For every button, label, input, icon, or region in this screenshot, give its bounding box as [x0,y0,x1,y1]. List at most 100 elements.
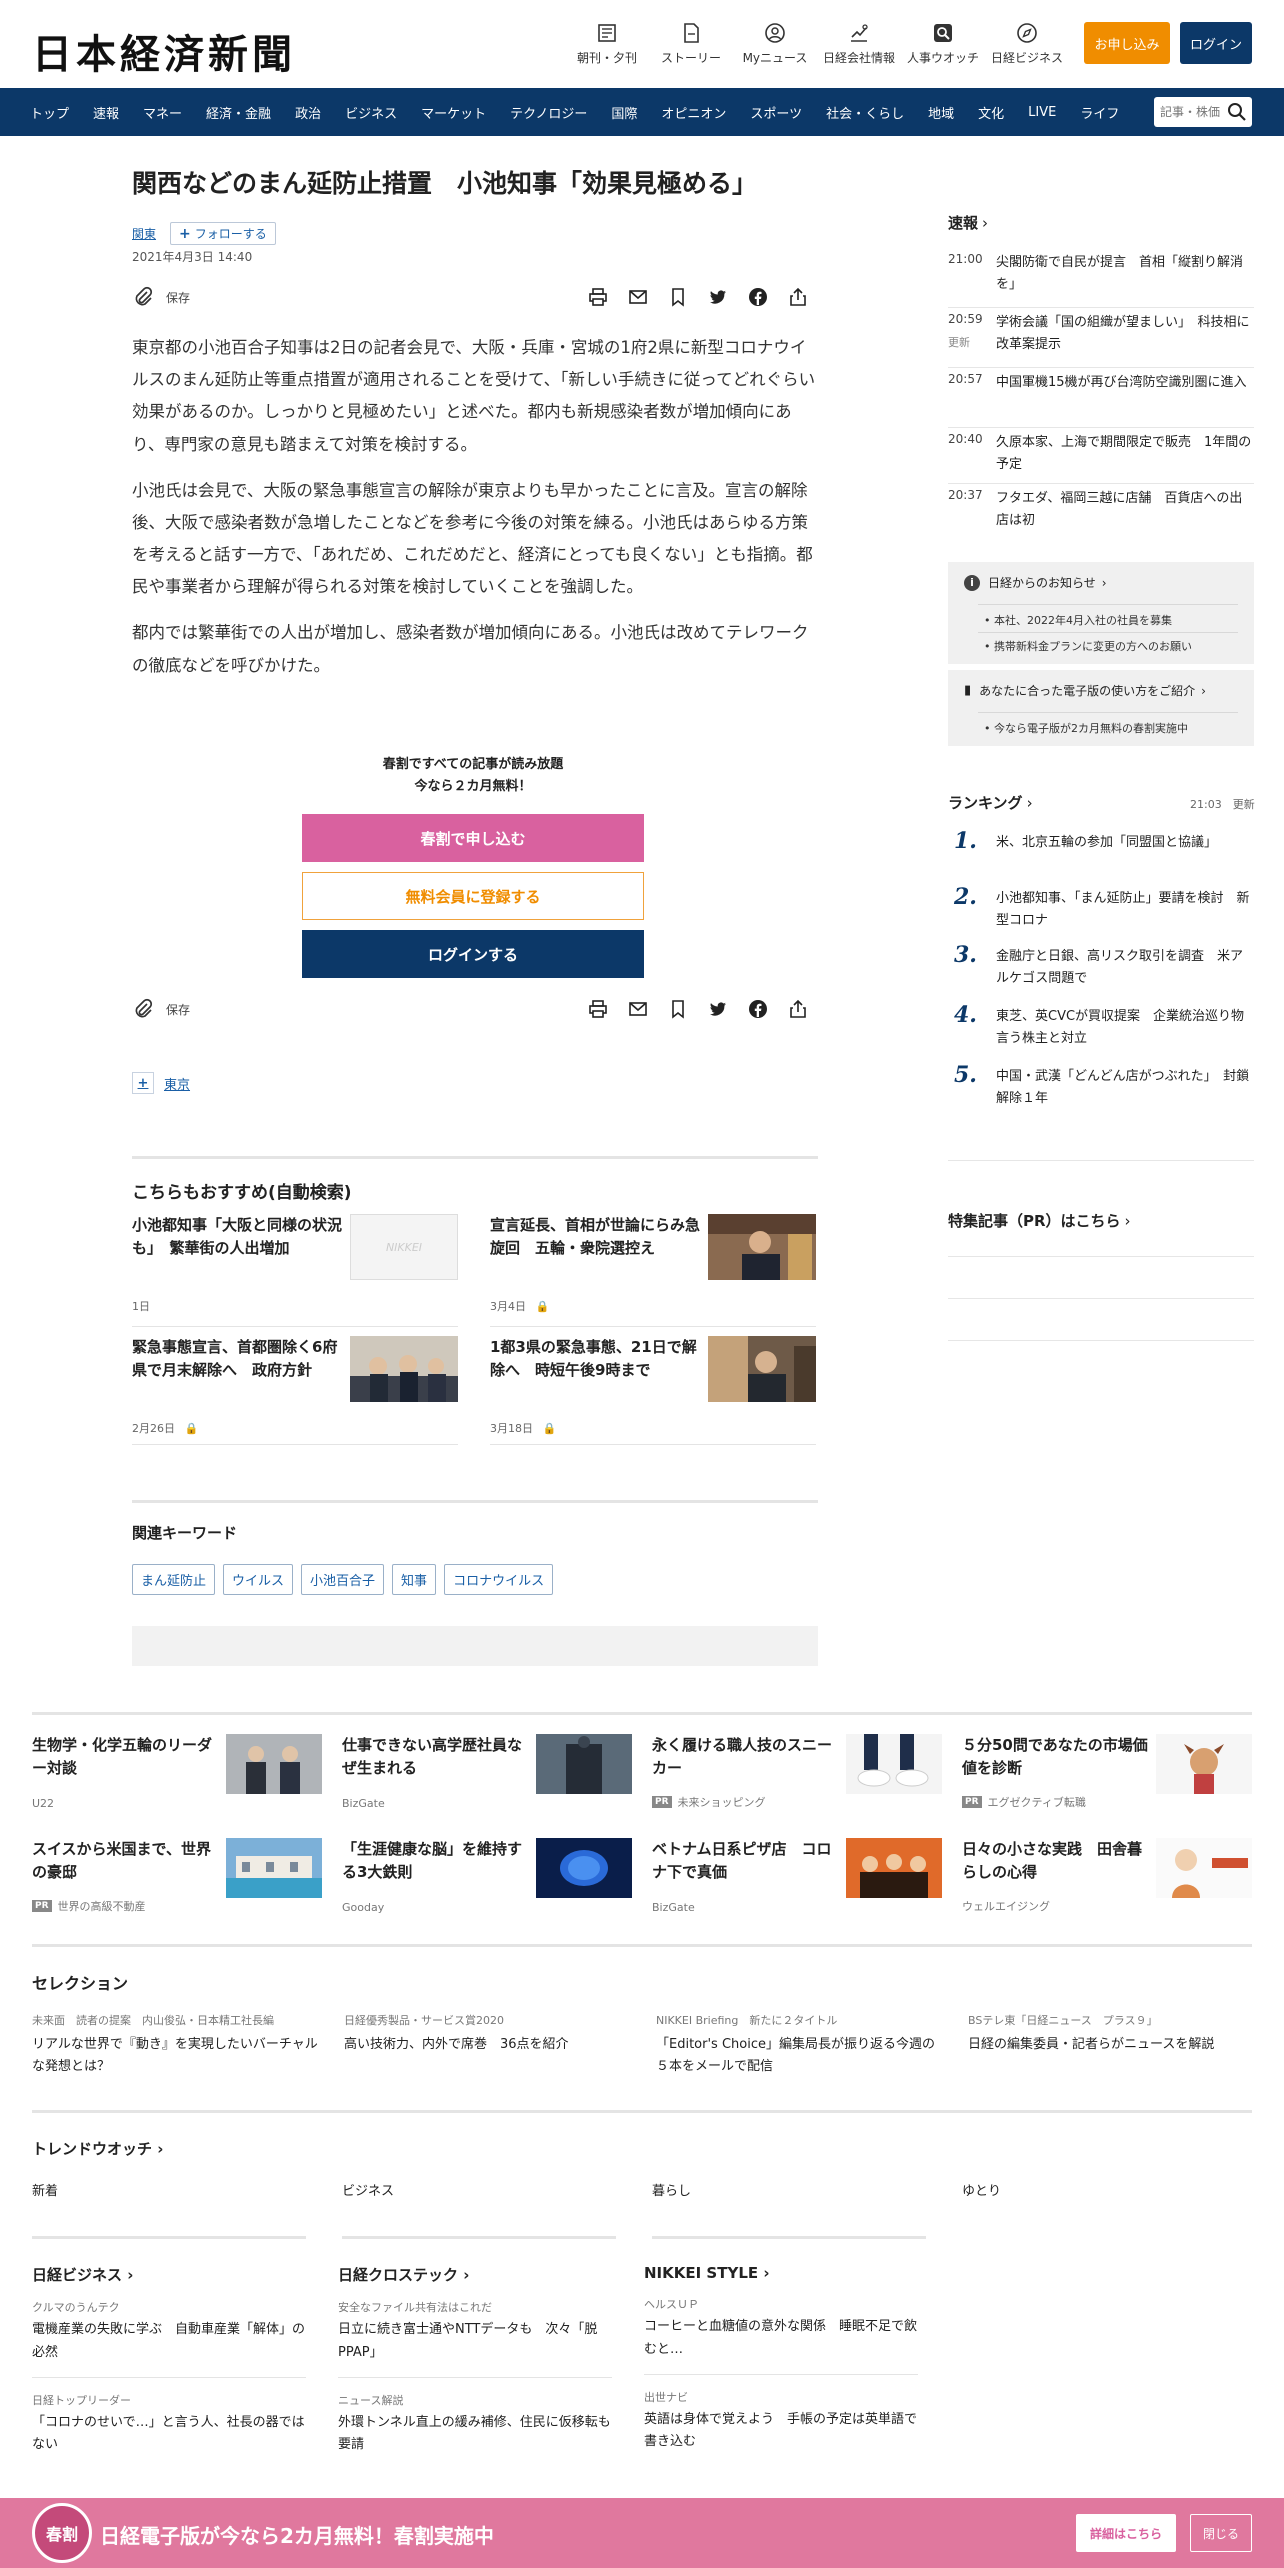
trend-group-heading[interactable]: 日経ビジネス › [32,2264,306,2285]
recommend-item[interactable]: 宣言延長、首相が世論にらみ急旋回 五輪・衆院選控え 3月4日 🔒 [490,1214,816,1314]
main-nav-item[interactable]: オピニオン [649,103,738,122]
main-nav-item[interactable]: マネー [131,103,194,122]
free-register-button[interactable]: 無料会員に登録する [302,872,644,921]
ad-item[interactable]: 生物学・化学五輪のリーダー対談 U22 [32,1734,322,1814]
main-nav-item[interactable]: 地域 [916,103,966,122]
save-button[interactable]: 保存 [132,286,190,308]
pr-heading[interactable]: 特集記事（PR）はこちら › [948,1210,1131,1231]
recommend-item[interactable]: 緊急事態宣言、首都圏除く6府県で月末解除へ 政府方針 2月26日 🔒 [132,1336,458,1436]
spring-subscribe-button[interactable]: 春割で申し込む [302,814,644,863]
trend-article[interactable]: 出世ナビ 英語は身体で覚えよう 手帳の予定は英単語で書き込む [644,2389,918,2455]
sokuho-item[interactable]: 20:57 中国軍機15機が再び台湾防空識別圏に進入 [948,372,1254,428]
guide-item[interactable]: • 今なら電子版が2カ月無料の春割実施中 [984,720,1188,736]
notice-item[interactable]: • 本社、2022年4月入社の社員を募集 [984,612,1172,628]
guide-heading[interactable]: ▮ あなたに合った電子版の使い方をご紹介 › [964,682,1206,699]
trend-article[interactable]: 日経トップリーダー 「コロナのせいで…」と言う人、社長の器ではない [32,2392,306,2458]
trend-category[interactable]: 新着 [32,2180,58,2199]
trend-category[interactable]: ゆとり [962,2180,1001,2199]
print-icon[interactable] [578,287,618,307]
ranking-item[interactable]: 4. 東芝、英CVCが買収提案 企業統治巡り物言う株主と対立 [948,1002,1254,1056]
trend-watch-heading[interactable]: トレンドウオッチ › [32,2138,163,2159]
ranking-item[interactable]: 2. 小池都知事、「まん延防止」要請を検討 新型コロナ [948,884,1254,938]
nav-nikkei-business[interactable]: 日経ビジネス [982,22,1072,66]
nav-morning-evening[interactable]: 朝刊・夕刊 [562,22,652,66]
main-nav-item[interactable]: 速報 [81,103,131,122]
mail-icon[interactable] [618,287,658,307]
keyword-tag[interactable]: ウイルス [223,1564,294,1595]
trend-group-heading[interactable]: NIKKEI STYLE › [644,2264,918,2282]
twitter-icon[interactable] [698,999,738,1019]
sokuho-item[interactable]: 21:00 尖閣防衛で自民が提言 首相「縦割り解消を」 [948,252,1254,308]
region-tag-link[interactable]: 関東 [132,225,156,242]
ad-item[interactable]: 「生涯健康な脳」を維持する3大鉄則 Gooday [342,1838,632,1918]
sokuho-heading[interactable]: 速報 › [948,212,988,233]
search-box[interactable] [1154,97,1252,127]
main-nav-item[interactable]: 文化 [966,103,1016,122]
twitter-icon[interactable] [698,287,738,307]
ranking-item[interactable]: 3. 金融庁と日銀、高リスク取引を調査 米アルケゴス問題で [948,942,1254,996]
keyword-tag[interactable]: まん延防止 [132,1564,216,1595]
trend-category[interactable]: ビジネス [342,2180,394,2199]
recommend-item[interactable]: 1都3県の緊急事態、21日で解除へ 時短午後9時まで 3月18日 🔒 [490,1336,816,1436]
keyword-tag[interactable]: 小池百合子 [301,1564,385,1595]
recommend-item[interactable]: 小池都知事「大阪と同様の状況も」 繁華街の人出増加 1日 NIKKEI [132,1214,458,1314]
search-input[interactable] [1160,105,1224,119]
facebook-icon[interactable] [738,287,778,307]
print-icon[interactable] [578,999,618,1019]
bookmark-icon[interactable] [658,287,698,307]
search-icon[interactable] [1226,101,1248,123]
facebook-icon[interactable] [738,999,778,1019]
trend-article[interactable]: 安全なファイル共有法はこれだ 日立に続き富士通やNTTデータも 次々「脱PPAP」 [338,2299,612,2378]
ranking-item[interactable]: 5. 中国・武漢「どんどん店がつぶれた」 封鎖解除１年 [948,1062,1254,1116]
selection-item[interactable]: 未来面 読者の提案 内山俊弘・日本精工社長編 リアルな世界で『動き』を実現したいバ… [32,2012,322,2078]
trend-category[interactable]: 暮らし [652,2180,691,2199]
follow-button[interactable]: + フォローする [170,222,276,245]
sokuho-item[interactable]: 20:40 久原本家、上海で期間限定で販売 1年間の予定 [948,432,1254,484]
main-nav-item[interactable]: ビジネス [333,103,409,122]
selection-item[interactable]: 日経優秀製品・サービス賞2020 高い技術力、内外で席巻 36点を紹介 [344,2012,634,2056]
main-nav-item[interactable]: 社会・くらし [814,103,916,122]
mail-icon[interactable] [618,999,658,1019]
apply-button[interactable]: お申し込み [1084,22,1170,64]
ad-item[interactable]: 日々の小さな実践 田舎暮らしの心得 ウェルエイジング [962,1838,1252,1918]
main-nav-item[interactable]: スポーツ [738,103,814,122]
nav-my-news[interactable]: Myニュース [730,22,820,66]
main-nav-item[interactable]: トップ [18,103,81,122]
trend-article[interactable]: クルマのうんテク 電機産業の失敗に学ぶ 自動車産業「解体」の必然 [32,2299,306,2378]
main-nav-item[interactable]: テクノロジー [498,103,599,122]
trend-article[interactable]: ヘルスＵＰ コーヒーと血糖値の意外な関係 睡眠不足で飲むと… [644,2296,918,2375]
save-button-bottom[interactable]: 保存 [132,998,190,1020]
keyword-tag[interactable]: 知事 [392,1564,437,1595]
trend-group-heading[interactable]: 日経クロステック › [338,2264,612,2285]
main-nav-item[interactable]: ライフ [1068,103,1131,122]
main-nav-item[interactable]: LIVE [1016,105,1068,120]
ranking-heading[interactable]: ランキング › [948,792,1033,813]
banner-detail-button[interactable]: 詳細はこちら [1076,2514,1176,2552]
nav-personnel-watch[interactable]: 人事ウオッチ [898,22,988,66]
share-icon[interactable] [778,287,818,307]
sokuho-item[interactable]: 20:59 更新 学術会議「国の組織が望ましい」 科技相に改革案提示 [948,312,1254,368]
ad-item[interactable]: ベトナム日系ピザ店 コロナ下で真価 BizGate [652,1838,942,1918]
tag-tokyo[interactable]: + 東京 [132,1072,190,1094]
ad-item[interactable]: 永く履ける職人技のスニーカー PR 未来ショッピング [652,1734,942,1814]
ad-item[interactable]: 仕事できない高学歴社員なぜ生まれる BizGate [342,1734,632,1814]
sokuho-item[interactable]: 20:37 フタエダ、福岡三越に店舗 百貨店への出店は初 [948,488,1254,544]
trend-article[interactable]: ニュース解説 外環トンネル直上の緩み補修、住民に仮移転も要請 [338,2392,612,2458]
selection-item[interactable]: NIKKEI Briefing 新たに２タイトル 「Editor's Choice… [656,2012,946,2078]
share-icon[interactable] [778,999,818,1019]
main-nav-item[interactable]: 国際 [599,103,649,122]
main-nav-item[interactable]: 経済・金融 [194,103,283,122]
ranking-item[interactable]: 1. 米、北京五輪の参加「同盟国と協議」 [948,828,1254,882]
nikkei-logo[interactable]: 日本経済新聞 [32,22,296,80]
nav-company-info[interactable]: 日経会社情報 [814,22,904,66]
promo-login-button[interactable]: ログインする [302,930,644,979]
login-button[interactable]: ログイン [1180,22,1252,64]
main-nav-item[interactable]: マーケット [409,103,498,122]
bookmark-icon[interactable] [658,999,698,1019]
ad-item[interactable]: スイスから米国まで、世界の豪邸 PR 世界の高級不動産 [32,1838,322,1918]
notice-item[interactable]: • 携帯新料金プランに変更の方へのお願い [984,638,1192,654]
selection-item[interactable]: BSテレ東「日経ニュース プラス９」 日経の編集委員・記者らがニュースを解説 [968,2012,1258,2056]
notice-heading[interactable]: i 日経からのお知らせ › [964,574,1107,591]
main-nav-item[interactable]: 政治 [283,103,333,122]
banner-close-button[interactable]: 閉じる [1190,2514,1252,2552]
